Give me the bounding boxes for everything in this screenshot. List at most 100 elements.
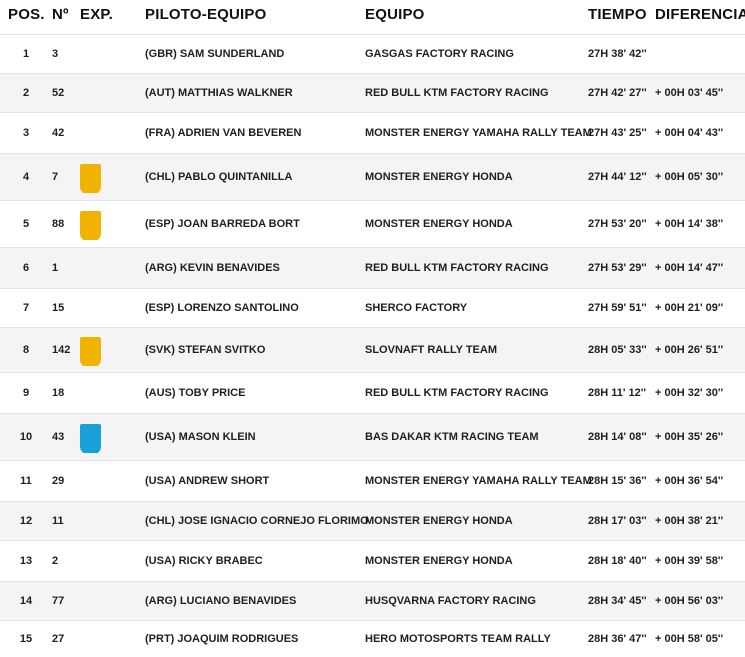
row-number: 77 <box>52 595 65 607</box>
table-row: 13 2 (USA) RICKY BRABEC MONSTER ENERGY HOND… <box>0 540 745 581</box>
row-time: 28H 15' 36'' <box>588 475 647 487</box>
row-position: 12 <box>19 515 33 527</box>
header-diferencia: DIFERENCIA <box>655 6 745 23</box>
row-gap: + 00H 36' 54'' <box>655 475 724 487</box>
row-gap: + 00H 35' 26'' <box>655 431 724 443</box>
row-gap: + 00H 56' 03'' <box>655 595 724 607</box>
table-row: 2 52 (AUT) MATTHIAS WALKNER RED BULL KTM FA… <box>0 73 745 112</box>
row-team: RED BULL KTM FACTORY RACING <box>365 262 549 274</box>
row-gap: + 00H 32' 30'' <box>655 387 724 399</box>
row-rider: (ESP) JOAN BARREDA BORT <box>145 218 300 230</box>
row-number: 7 <box>52 171 59 183</box>
row-position: 13 <box>19 555 33 567</box>
table-row: 8 142 (SVK) STEFAN SVITKO SLOVNAFT RALLY TE… <box>0 327 745 372</box>
row-gap: + 00H 04' 43'' <box>655 127 724 139</box>
table-header: POS. Nº EXP. PILOTO-EQUIPO EQUIPO TIEMPO… <box>0 0 745 34</box>
row-team: MONSTER ENERGY HONDA <box>365 171 513 183</box>
row-position: 8 <box>22 344 30 356</box>
row-rider: (SVK) STEFAN SVITKO <box>145 344 266 356</box>
table-row: 4 7 (CHL) PABLO QUINTANILLA MONSTER ENERGY … <box>0 153 745 200</box>
row-number: 18 <box>52 387 65 399</box>
table-row: 14 77 (ARG) LUCIANO BENAVIDES HUSQVARNA FAC… <box>0 581 745 620</box>
row-position: 6 <box>22 262 30 274</box>
row-team: RED BULL KTM FACTORY RACING <box>365 87 549 99</box>
row-team: MONSTER ENERGY YAMAHA RALLY TEAM <box>365 127 592 139</box>
row-position: 1 <box>22 48 30 60</box>
row-position: 14 <box>19 595 33 607</box>
row-time: 28H 17' 03'' <box>588 515 647 527</box>
row-team: MONSTER ENERGY HONDA <box>365 555 513 567</box>
row-time: 27H 59' 51'' <box>588 302 647 314</box>
table-body: 1 3 (GBR) SAM SUNDERLAND GASGAS FACTORY RAC… <box>0 34 745 657</box>
row-position: 4 <box>22 171 30 183</box>
row-team: BAS DAKAR KTM RACING TEAM <box>365 431 539 443</box>
row-number: 52 <box>52 87 65 99</box>
experience-badge <box>80 164 101 190</box>
table-row: 7 15 (ESP) LORENZO SANTOLINO SHERCO FACTORY… <box>0 288 745 327</box>
row-position: 11 <box>20 475 32 487</box>
row-position: 9 <box>22 387 30 399</box>
row-gap: + 00H 05' 30'' <box>655 171 724 183</box>
row-position: 5 <box>22 218 30 230</box>
row-time: 27H 53' 20'' <box>588 218 647 230</box>
table-row: 10 43 (USA) MASON KLEIN BAS DAKAR KTM RACIN… <box>0 413 745 460</box>
row-rider: (ARG) LUCIANO BENAVIDES <box>145 595 297 607</box>
header-pos: POS. <box>8 6 45 23</box>
row-time: 28H 18' 40'' <box>588 555 647 567</box>
row-rider: (GBR) SAM SUNDERLAND <box>145 48 285 60</box>
table-row: 11 29 (USA) ANDREW SHORT MONSTER ENERGY YAM… <box>0 460 745 501</box>
row-gap: + 00H 26' 51'' <box>655 344 724 356</box>
row-time: 28H 05' 33'' <box>588 344 647 356</box>
row-rider: (CHL) JOSE IGNACIO CORNEJO FLORIMO <box>145 515 369 527</box>
row-gap: + 00H 14' 38'' <box>655 218 724 230</box>
row-position: 15 <box>19 633 33 645</box>
row-number: 11 <box>52 515 64 527</box>
table-row: 5 88 (ESP) JOAN BARREDA BORT MONSTER ENERGY… <box>0 200 745 247</box>
header-num: Nº <box>52 6 69 23</box>
row-number: 29 <box>52 475 65 487</box>
row-gap: + 00H 21' 09'' <box>655 302 724 314</box>
table-row: 12 11 (CHL) JOSE IGNACIO CORNEJO FLORIMO MO… <box>0 501 745 540</box>
row-time: 27H 44' 12'' <box>588 171 647 183</box>
row-time: 27H 43' 25'' <box>588 127 647 139</box>
results-table: POS. Nº EXP. PILOTO-EQUIPO EQUIPO TIEMPO… <box>0 0 745 657</box>
table-row: 3 42 (FRA) ADRIEN VAN BEVEREN MONSTER ENERG… <box>0 112 745 153</box>
row-team: MONSTER ENERGY HONDA <box>365 218 513 230</box>
row-number: 88 <box>52 218 65 230</box>
row-number: 15 <box>52 302 65 314</box>
row-rider: (CHL) PABLO QUINTANILLA <box>145 171 293 183</box>
experience-badge <box>80 211 101 237</box>
row-position: 2 <box>22 87 30 99</box>
table-row: 9 18 (AUS) TOBY PRICE RED BULL KTM FACTORY … <box>0 372 745 413</box>
row-number: 142 <box>52 344 71 356</box>
header-exp: EXP. <box>80 6 114 23</box>
row-time: 28H 11' 12'' <box>588 387 647 399</box>
row-time: 28H 14' 08'' <box>588 431 647 443</box>
row-rider: (FRA) ADRIEN VAN BEVEREN <box>145 127 302 139</box>
row-gap: + 00H 38' 21'' <box>655 515 724 527</box>
row-rider: (USA) ANDREW SHORT <box>145 475 270 487</box>
row-number: 27 <box>52 633 65 645</box>
row-time: 28H 34' 45'' <box>588 595 647 607</box>
row-position: 3 <box>22 127 30 139</box>
row-gap: + 00H 39' 58'' <box>655 555 724 567</box>
row-number: 2 <box>52 555 59 567</box>
row-gap: + 00H 58' 05'' <box>655 633 724 645</box>
row-time: 27H 42' 27'' <box>588 87 647 99</box>
row-rider: (ARG) KEVIN BENAVIDES <box>145 262 280 274</box>
table-row: 6 1 (ARG) KEVIN BENAVIDES RED BULL KTM FACT… <box>0 247 745 288</box>
header-tiempo: TIEMPO <box>588 6 647 23</box>
row-number: 3 <box>52 48 59 60</box>
row-team: HERO MOTOSPORTS TEAM RALLY <box>365 633 551 645</box>
row-number: 43 <box>52 431 65 443</box>
row-position: 10 <box>19 431 33 443</box>
row-position: 7 <box>22 302 30 314</box>
row-team: SHERCO FACTORY <box>365 302 468 314</box>
row-team: HUSQVARNA FACTORY RACING <box>365 595 536 607</box>
row-gap: + 00H 03' 45'' <box>655 87 724 99</box>
row-number: 1 <box>52 262 59 274</box>
table-row: 1 3 (GBR) SAM SUNDERLAND GASGAS FACTORY RAC… <box>0 34 745 73</box>
experience-badge <box>80 424 101 450</box>
row-team: GASGAS FACTORY RACING <box>365 48 514 60</box>
row-rider: (AUT) MATTHIAS WALKNER <box>145 87 293 99</box>
